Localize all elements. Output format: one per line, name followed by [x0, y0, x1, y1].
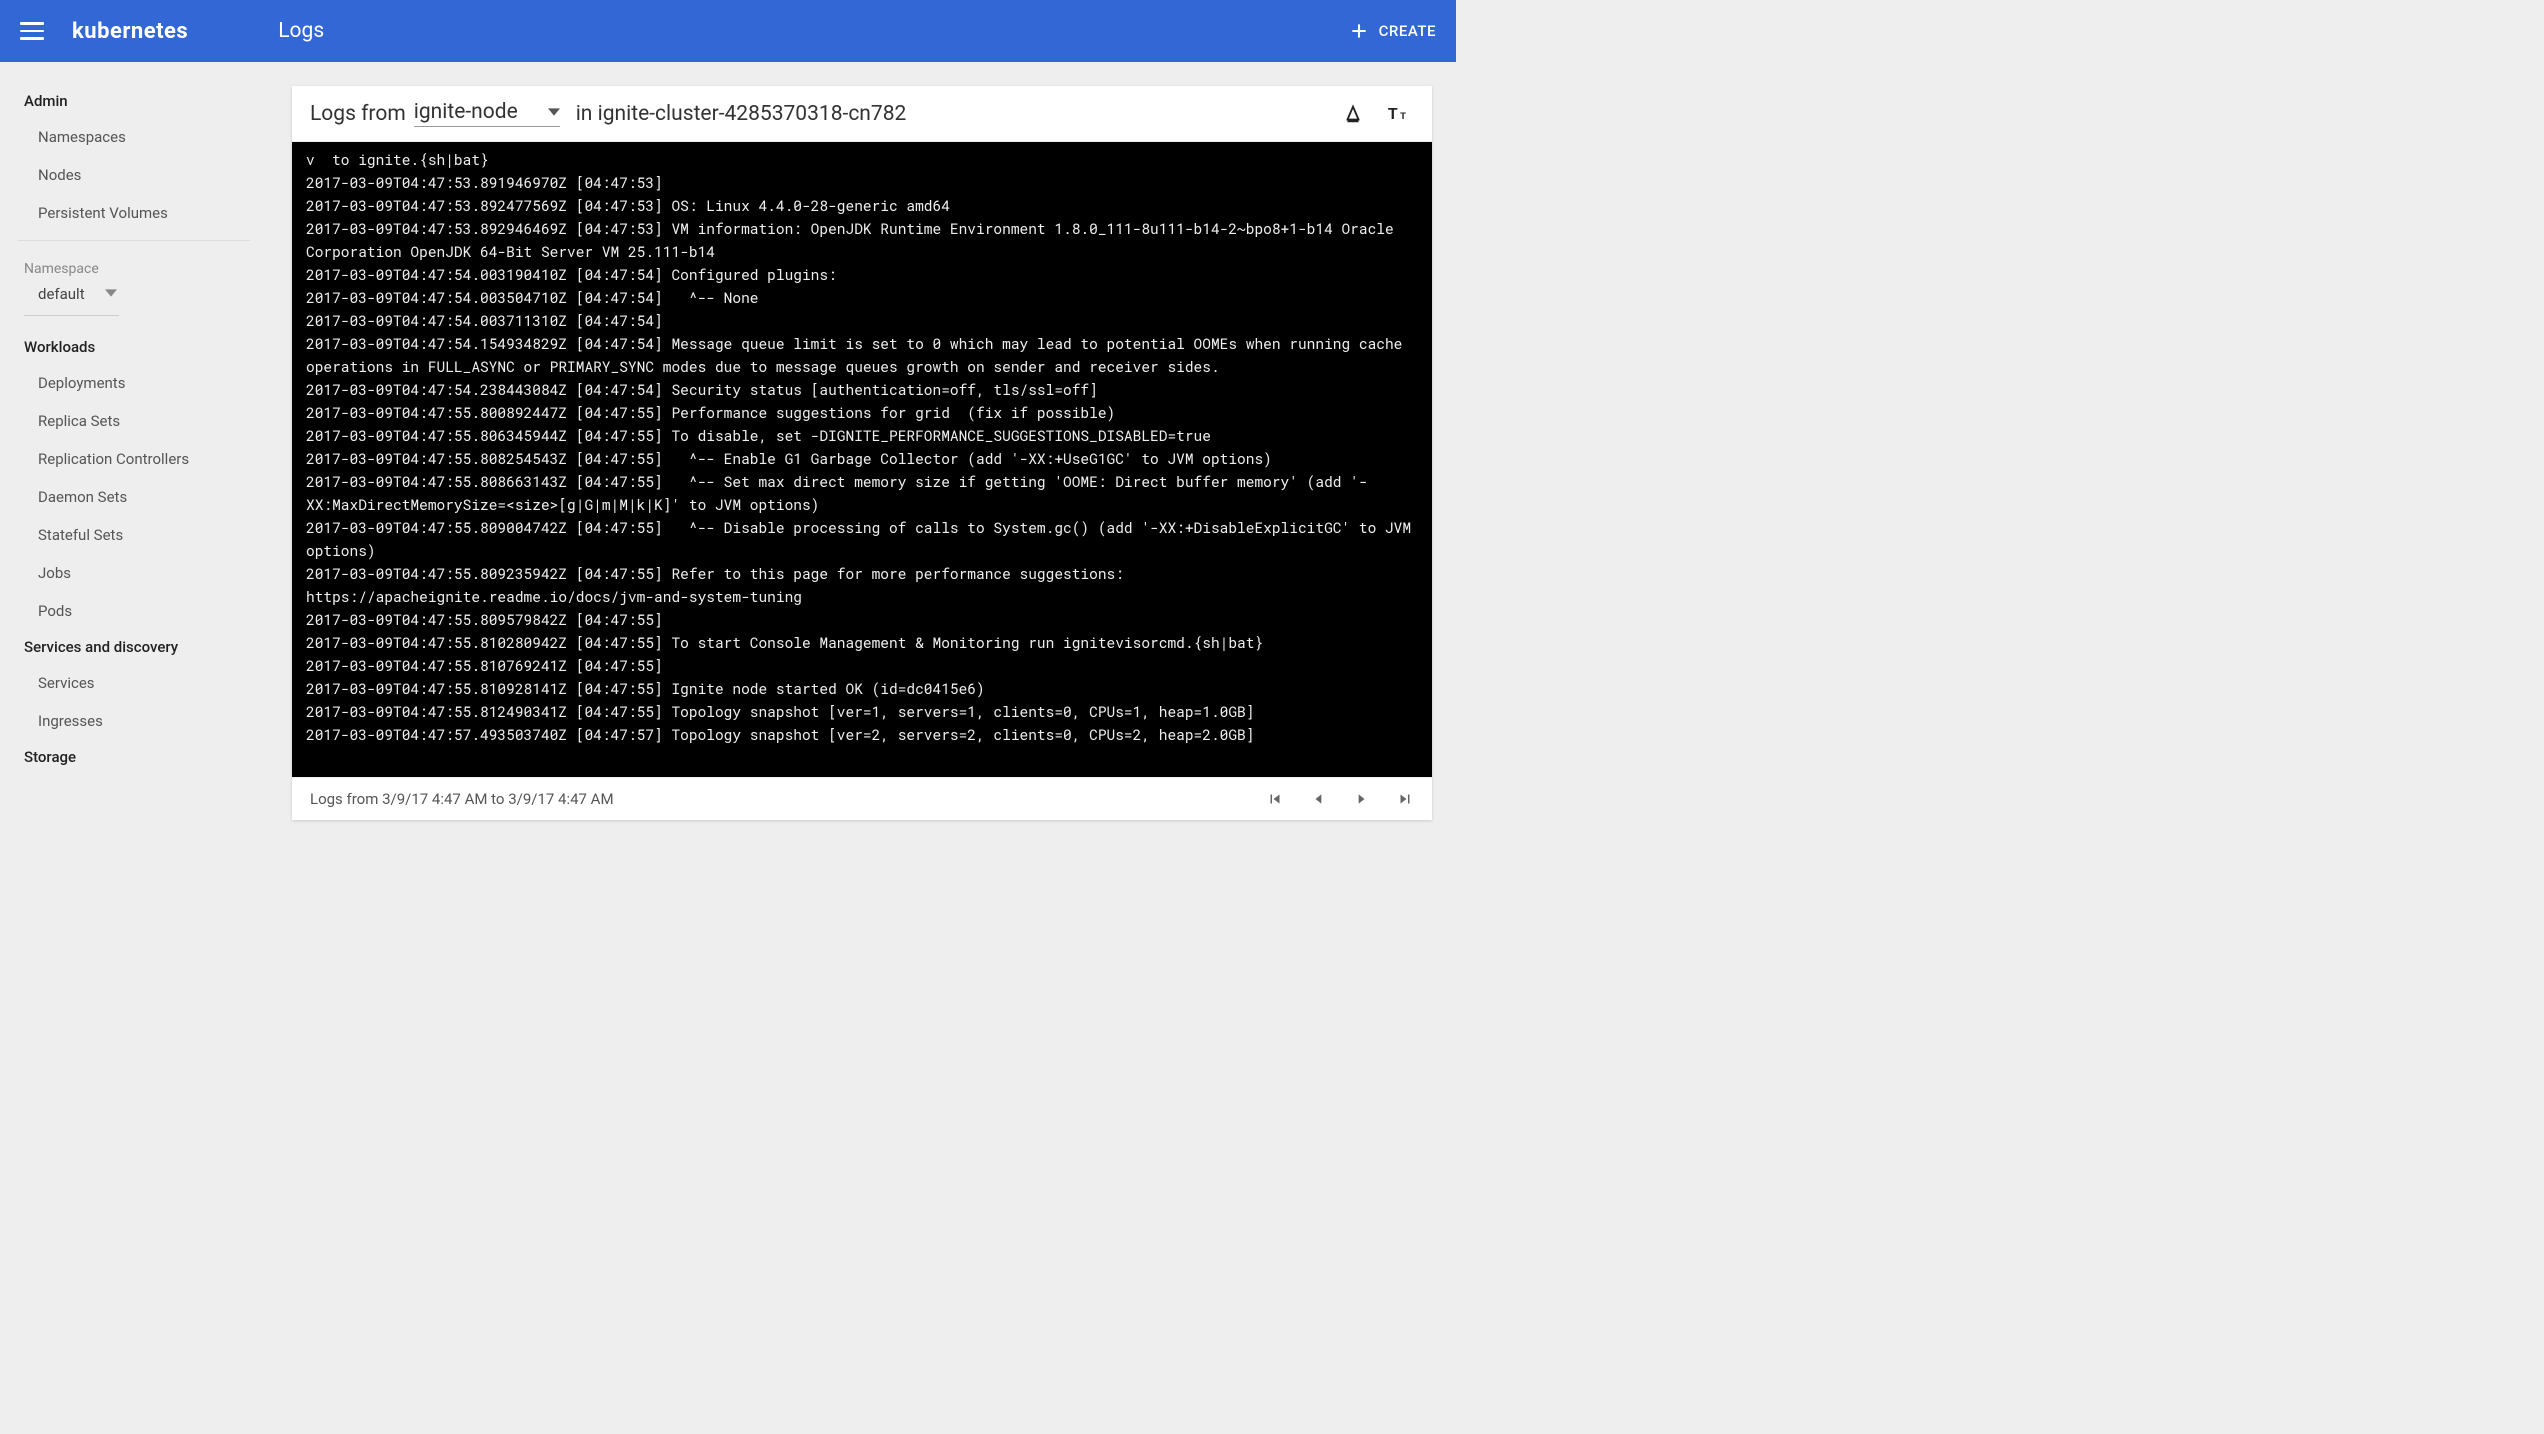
sidebar: Admin Namespaces Nodes Persistent Volume…	[0, 62, 268, 820]
log-line: 2017-03-09T04:47:53.892946469Z [04:47:53…	[306, 217, 1418, 263]
log-output[interactable]: v to ignite.{sh|bat}2017-03-09T04:47:53.…	[292, 142, 1432, 777]
log-toolbar: Logs from ignite-node in ignite-cluster-…	[292, 86, 1432, 142]
top-bar: kubernetes Logs CREATE	[0, 0, 1456, 62]
sidebar-item-nodes[interactable]: Nodes	[0, 156, 268, 194]
sidebar-item-pods[interactable]: Pods	[0, 592, 268, 630]
log-footer: Logs from 3/9/17 4:47 AM to 3/9/17 4:47 …	[292, 777, 1432, 820]
page-last-button[interactable]	[1396, 790, 1414, 808]
svg-text:T: T	[1400, 111, 1406, 122]
sidebar-item-jobs[interactable]: Jobs	[0, 554, 268, 592]
log-line: 2017-03-09T04:47:55.810280942Z [04:47:55…	[306, 631, 1418, 654]
sidebar-item-stateful-sets[interactable]: Stateful Sets	[0, 516, 268, 554]
log-line: 2017-03-09T04:47:55.808663143Z [04:47:55…	[306, 470, 1418, 516]
page-first-button[interactable]	[1266, 790, 1284, 808]
log-line: 2017-03-09T04:47:55.809579842Z [04:47:55…	[306, 608, 1418, 631]
log-line: 2017-03-09T04:47:54.003504710Z [04:47:54…	[306, 286, 1418, 309]
log-line: 2017-03-09T04:47:57.493503740Z [04:47:57…	[306, 723, 1418, 746]
create-button[interactable]: CREATE	[1349, 21, 1436, 41]
main-content: Logs from ignite-node in ignite-cluster-…	[268, 62, 1456, 820]
log-line: 2017-03-09T04:47:53.892477569Z [04:47:53…	[306, 194, 1418, 217]
caret-down-icon	[105, 285, 117, 303]
sidebar-head-services: Services and discovery	[0, 630, 268, 664]
sidebar-item-ingresses[interactable]: Ingresses	[0, 702, 268, 740]
brand-label: kubernetes	[72, 19, 188, 44]
menu-icon[interactable]	[20, 19, 44, 43]
toggle-color-icon[interactable]	[1342, 102, 1364, 126]
log-line: 2017-03-09T04:47:55.808254543Z [04:47:55…	[306, 447, 1418, 470]
sidebar-head-admin: Admin	[0, 84, 268, 118]
sidebar-item-persistent-volumes[interactable]: Persistent Volumes	[0, 194, 268, 232]
log-line: 2017-03-09T04:47:55.810928141Z [04:47:55…	[306, 677, 1418, 700]
sidebar-head-storage: Storage	[0, 740, 268, 774]
log-line: 2017-03-09T04:47:55.809235942Z [04:47:55…	[306, 562, 1418, 608]
logs-from-label: Logs from	[310, 102, 406, 126]
log-line: 2017-03-09T04:47:53.891946970Z [04:47:53…	[306, 171, 1418, 194]
sidebar-item-replica-sets[interactable]: Replica Sets	[0, 402, 268, 440]
log-line: 2017-03-09T04:47:54.154934829Z [04:47:54…	[306, 332, 1418, 378]
page-prev-button[interactable]	[1312, 790, 1326, 808]
log-source-value: ignite-node	[414, 100, 518, 124]
log-line: v to ignite.{sh|bat}	[306, 148, 1418, 171]
sidebar-item-replication-controllers[interactable]: Replication Controllers	[0, 440, 268, 478]
caret-down-icon	[548, 100, 560, 124]
sidebar-item-services[interactable]: Services	[0, 664, 268, 702]
log-range-text: Logs from 3/9/17 4:47 AM to 3/9/17 4:47 …	[310, 790, 614, 808]
sidebar-item-namespaces[interactable]: Namespaces	[0, 118, 268, 156]
log-line: 2017-03-09T04:47:55.800892447Z [04:47:55…	[306, 401, 1418, 424]
log-card: Logs from ignite-node in ignite-cluster-…	[292, 86, 1432, 820]
log-line: 2017-03-09T04:47:54.003190410Z [04:47:54…	[306, 263, 1418, 286]
plus-icon	[1349, 21, 1369, 41]
namespace-value: default	[38, 285, 85, 303]
log-pager	[1266, 790, 1414, 808]
page-title: Logs	[278, 19, 324, 43]
log-line: 2017-03-09T04:47:55.809004742Z [04:47:55…	[306, 516, 1418, 562]
log-line: 2017-03-09T04:47:54.238443084Z [04:47:54…	[306, 378, 1418, 401]
sidebar-item-deployments[interactable]: Deployments	[0, 364, 268, 402]
page-next-button[interactable]	[1354, 790, 1368, 808]
namespace-select[interactable]: default	[24, 281, 119, 316]
font-size-icon[interactable]: TT	[1388, 104, 1414, 124]
sidebar-head-workloads: Workloads	[0, 330, 268, 364]
svg-text:T: T	[1388, 106, 1398, 123]
log-pod-context: in ignite-cluster-4285370318-cn782	[576, 102, 907, 126]
log-line: 2017-03-09T04:47:55.812490341Z [04:47:55…	[306, 700, 1418, 723]
create-label: CREATE	[1379, 22, 1436, 40]
log-line: 2017-03-09T04:47:55.806345944Z [04:47:55…	[306, 424, 1418, 447]
sidebar-divider	[18, 240, 250, 241]
log-line: 2017-03-09T04:47:54.003711310Z [04:47:54…	[306, 309, 1418, 332]
sidebar-item-daemon-sets[interactable]: Daemon Sets	[0, 478, 268, 516]
log-source-select[interactable]: ignite-node	[414, 100, 560, 127]
log-line: 2017-03-09T04:47:55.810769241Z [04:47:55…	[306, 654, 1418, 677]
namespace-label: Namespace	[0, 249, 268, 281]
